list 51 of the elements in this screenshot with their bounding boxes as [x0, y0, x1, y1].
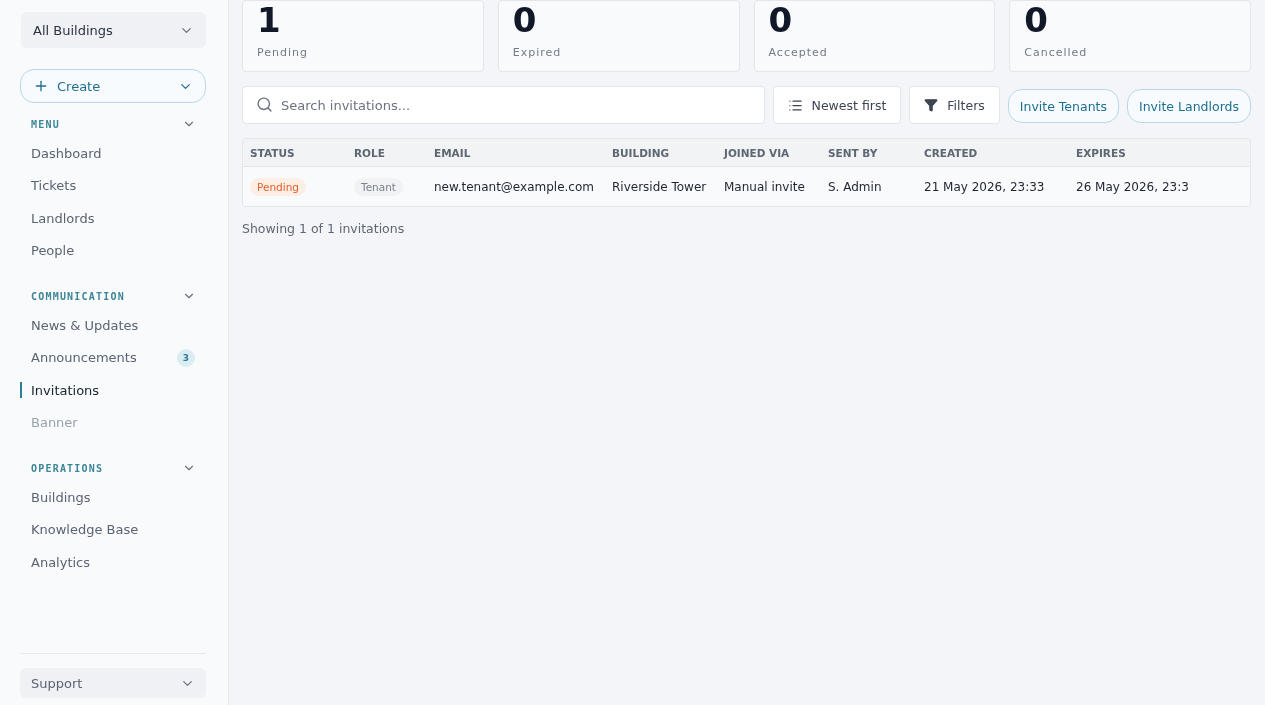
count-badge: 3	[177, 348, 195, 367]
column-header: JOINED VIA	[724, 146, 791, 159]
invite-button[interactable]: Invite Landlords	[1127, 89, 1251, 123]
stat-label: Accepted	[768, 46, 829, 59]
nav-item[interactable]: Announcements 3	[20, 341, 206, 374]
invite-button[interactable]: Invite Tenants	[1007, 89, 1119, 123]
table-cell: S. Admin	[828, 179, 882, 194]
stat-value: 0	[768, 3, 794, 37]
support-select[interactable]: Support	[20, 668, 206, 698]
table-cell: Manual invite	[724, 179, 805, 194]
nav-item[interactable]: Invitations	[20, 374, 206, 407]
stat-label: Pending	[257, 46, 309, 59]
stat-label: Cancelled	[1024, 46, 1089, 59]
filters-button[interactable]: Filters	[909, 86, 1000, 124]
column-header: CREATED	[924, 146, 979, 159]
column-header: ROLE	[354, 146, 386, 159]
nav-item[interactable]: News & Updates	[20, 309, 206, 342]
search-icon	[256, 96, 273, 113]
scope-select[interactable]: All Buildings	[21, 12, 206, 48]
column-header: EXPIRES	[1076, 146, 1127, 159]
results-count: Showing 1 of 1 invitations	[242, 221, 406, 236]
list-icon	[787, 97, 803, 113]
sort-button[interactable]: Newest first	[772, 86, 902, 124]
table-cell: new.tenant@example.com	[434, 179, 594, 194]
column-header: STATUS	[250, 146, 296, 159]
filter-icon	[924, 98, 939, 112]
nav-item[interactable]: People	[20, 234, 206, 267]
column-header: BUILDING	[612, 146, 671, 159]
column-header: SENT BY	[828, 146, 879, 159]
section-title: MENU	[31, 118, 60, 130]
section-title: OPERATIONS	[31, 462, 104, 474]
role-badge: Tenant	[354, 177, 403, 196]
nav-item[interactable]: Landlords	[20, 202, 206, 235]
nav-item[interactable]: Dashboard	[20, 137, 206, 170]
status-badge: Pending	[250, 177, 306, 196]
create-button[interactable]: Create	[20, 69, 206, 103]
nav-item[interactable]: Knowledge Base	[20, 513, 206, 546]
nav-item[interactable]: Tickets	[20, 169, 206, 202]
stat-value: 0	[512, 3, 538, 37]
nav-item[interactable]: Buildings	[20, 481, 206, 514]
stat-value: 1	[257, 3, 282, 37]
table-cell: Riverside Tower	[612, 179, 707, 194]
column-header: EMAIL	[434, 146, 472, 159]
search-field[interactable]: Search invitations...	[242, 86, 765, 124]
table-cell: 26 May 2026, 23:3	[1076, 179, 1189, 194]
section-title: COMMUNICATION	[31, 290, 125, 302]
plus-icon	[33, 78, 49, 94]
stat-value: 0	[1024, 3, 1049, 37]
table-cell: 21 May 2026, 23:33	[924, 179, 1045, 194]
stat-label: Expired	[512, 46, 563, 59]
nav-item[interactable]: Analytics	[20, 546, 206, 579]
